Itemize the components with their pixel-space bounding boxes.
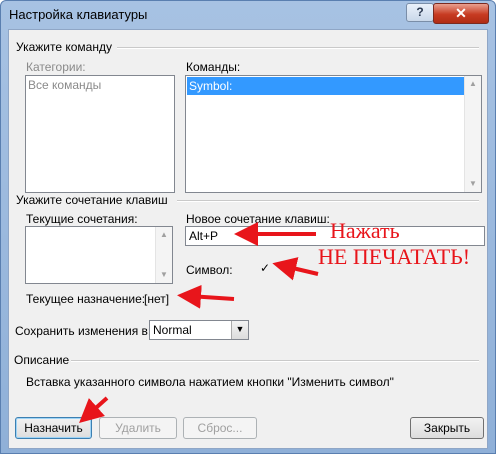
- annotation-arrows: [79, 222, 319, 424]
- annotation-do-not-type: НЕ ПЕЧАТАТЬ!: [318, 244, 471, 269]
- arrow-to-assignment: [177, 284, 235, 309]
- arrow-to-assign-button: [79, 396, 109, 424]
- annotation-press: Нажать: [330, 218, 400, 243]
- arrow-to-symbol: [272, 257, 319, 281]
